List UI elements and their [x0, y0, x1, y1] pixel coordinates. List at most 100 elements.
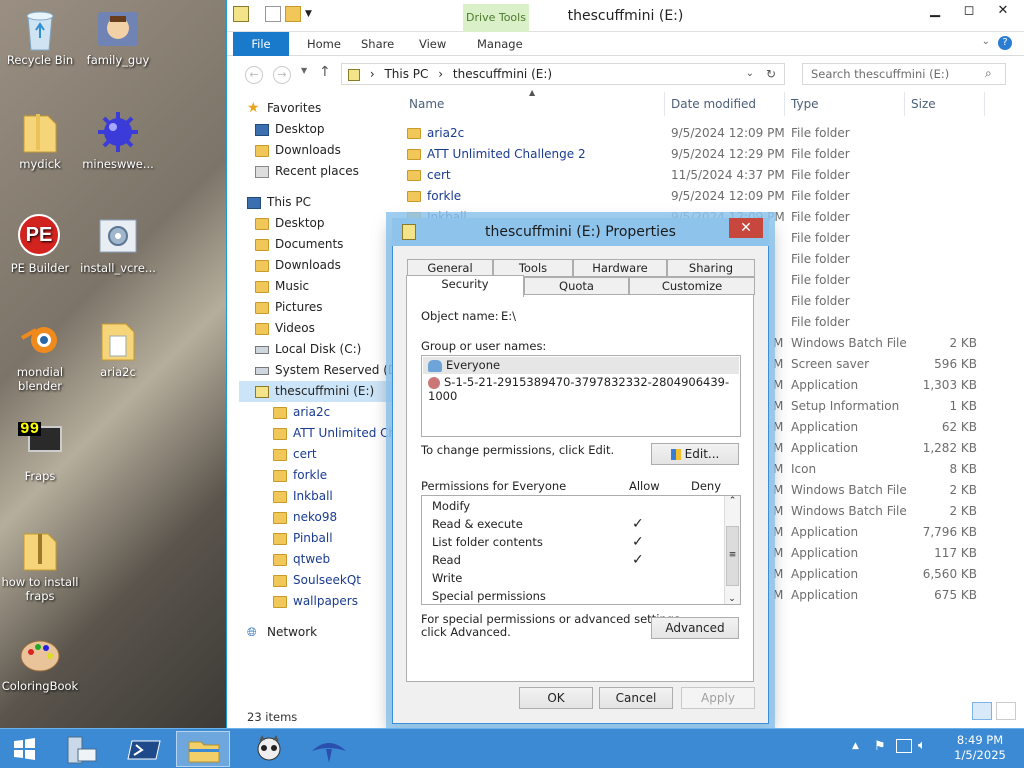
- nav-item[interactable]: aria2c: [273, 402, 330, 423]
- clock[interactable]: 8:49 PM 1/5/2025: [950, 733, 1010, 763]
- list-item[interactable]: Everyone: [428, 358, 500, 372]
- nav-item[interactable]: Local Disk (C:): [255, 339, 361, 360]
- file-row[interactable]: forkle 9/5/2024 12:09 PM File folder: [407, 186, 977, 207]
- details-view-icon[interactable]: [972, 702, 992, 720]
- file-row[interactable]: ATT Unlimited Challenge 2 9/5/2024 12:29 …: [407, 144, 977, 165]
- list-item[interactable]: S-1-5-21-2915389470-3797832332-280490643…: [428, 375, 740, 403]
- tab-share[interactable]: Share: [347, 32, 408, 56]
- nav-item[interactable]: ATT Unlimited Ch: [273, 423, 396, 444]
- nav-item[interactable]: Videos: [255, 318, 315, 339]
- file-date: 11/5/2024 4:37 PM: [671, 168, 785, 182]
- mydick-icon[interactable]: mydick: [0, 110, 80, 171]
- nav-item[interactable]: qtweb: [273, 549, 330, 570]
- soulseek-icon[interactable]: [304, 731, 354, 767]
- install-vcredist-icon[interactable]: install_vcre...: [78, 214, 158, 275]
- nav-item[interactable]: This PC: [247, 192, 311, 213]
- scroll-up-icon[interactable]: ⌃: [725, 496, 740, 506]
- nav-item[interactable]: Downloads: [255, 140, 341, 161]
- recent-locations-icon[interactable]: ▼: [301, 66, 307, 75]
- nav-item[interactable]: cert: [273, 444, 317, 465]
- recycle-bin-icon[interactable]: Recycle Bin: [0, 6, 80, 67]
- fraps-icon[interactable]: 99 Fraps: [0, 421, 80, 483]
- nav-item[interactable]: Recent places: [255, 161, 359, 182]
- file-explorer-taskbar-icon[interactable]: [176, 731, 230, 767]
- tab-customize[interactable]: Customize: [629, 277, 755, 295]
- nav-item[interactable]: Music: [255, 276, 309, 297]
- tab-view[interactable]: View: [405, 32, 460, 56]
- column-type[interactable]: Type: [785, 92, 905, 116]
- breadcrumb-drive[interactable]: thescuffmini (E:): [453, 67, 552, 81]
- scrollbar[interactable]: ⌃ ≡ ⌄: [724, 496, 740, 604]
- nav-item-label: ATT Unlimited Ch: [293, 426, 397, 440]
- nav-item[interactable]: ★ Favorites: [247, 98, 321, 119]
- file-date: M: [773, 399, 784, 413]
- nav-item[interactable]: SoulseekQt: [273, 570, 361, 591]
- nav-item[interactable]: Desktop: [255, 213, 325, 234]
- back-button[interactable]: ←: [245, 66, 263, 84]
- users-listbox[interactable]: Everyone S-1-5-21-2915389470-3797832332-…: [421, 355, 741, 437]
- nav-item[interactable]: forkle: [273, 465, 327, 486]
- close-button[interactable]: ✕: [986, 0, 1020, 22]
- expand-ribbon-icon[interactable]: ⌄: [982, 36, 990, 47]
- help-icon[interactable]: ?: [998, 36, 1012, 50]
- large-icons-view-icon[interactable]: [996, 702, 1016, 720]
- column-date[interactable]: Date modified: [665, 92, 785, 116]
- nav-item[interactable]: Downloads: [255, 255, 341, 276]
- tab-security[interactable]: Security: [406, 275, 524, 297]
- breadcrumb-this-pc[interactable]: This PC: [384, 67, 428, 81]
- server-manager-icon[interactable]: [56, 731, 106, 767]
- network-icon[interactable]: [896, 739, 912, 753]
- nav-item[interactable]: System Reserved (D:: [255, 360, 401, 381]
- tab-home[interactable]: Home: [293, 32, 355, 56]
- nav-item[interactable]: Inkball: [273, 486, 333, 507]
- nav-item[interactable]: Desktop: [255, 119, 325, 140]
- minimize-button[interactable]: ▁: [918, 0, 952, 22]
- scrollbar-thumb[interactable]: ≡: [726, 526, 739, 586]
- permissions-list[interactable]: Modify Read & execute ✓ List folder content…: [421, 495, 741, 605]
- file-row[interactable]: cert 11/5/2024 4:37 PM File folder: [407, 165, 977, 186]
- nav-item[interactable]: Documents: [255, 234, 343, 255]
- ok-button[interactable]: OK: [519, 687, 593, 709]
- file-row[interactable]: aria2c 9/5/2024 12:09 PM File folder: [407, 123, 977, 144]
- nav-item[interactable]: 🌐︎ Network: [247, 622, 317, 643]
- mondial-blender-icon[interactable]: mondial blender: [0, 318, 80, 393]
- address-dropdown-icon[interactable]: ⌄: [746, 64, 754, 84]
- tab-manage[interactable]: Manage: [463, 32, 537, 56]
- neko-icon[interactable]: [244, 731, 294, 767]
- cancel-button[interactable]: Cancel: [599, 687, 673, 709]
- dialog-close-button[interactable]: ✕: [729, 218, 763, 238]
- speaker-icon[interactable]: 🔈︎: [918, 738, 926, 753]
- advanced-button[interactable]: Advanced: [651, 617, 739, 639]
- tab-quota[interactable]: Quota: [524, 277, 629, 295]
- flag-icon[interactable]: ⚑: [874, 739, 886, 754]
- desktop-icon-label: PE Builder: [10, 261, 70, 275]
- tab-file[interactable]: File: [233, 32, 289, 56]
- forward-button[interactable]: →: [273, 66, 291, 84]
- powershell-icon[interactable]: [120, 731, 170, 767]
- nav-item[interactable]: thescuffmini (E:): [239, 381, 407, 402]
- nav-item[interactable]: Pinball: [273, 528, 333, 549]
- nav-item[interactable]: Pictures: [255, 297, 323, 318]
- up-button[interactable]: ↑: [319, 64, 331, 80]
- maximize-button[interactable]: ◻: [952, 0, 986, 22]
- search-input[interactable]: Search thescuffmini (E:): [802, 63, 1006, 85]
- show-hidden-icons[interactable]: ▲: [852, 741, 859, 751]
- family-guy-icon[interactable]: family_guy: [78, 6, 158, 67]
- edit-button[interactable]: Edit...: [651, 443, 739, 465]
- file-type: Windows Batch File: [791, 483, 907, 497]
- scroll-down-icon[interactable]: ⌄: [725, 594, 739, 604]
- how-to-install-fraps-icon[interactable]: how to install fraps: [0, 528, 80, 603]
- tab-hardware[interactable]: Hardware: [573, 259, 667, 277]
- nav-item[interactable]: neko98: [273, 507, 337, 528]
- minesweeper-icon[interactable]: mineswwe...: [78, 110, 158, 171]
- refresh-icon[interactable]: ↻: [766, 64, 776, 84]
- column-size[interactable]: Size: [905, 92, 985, 116]
- nav-item[interactable]: wallpapers: [273, 591, 358, 612]
- aria2c-icon[interactable]: aria2c: [78, 318, 158, 379]
- coloringbook-icon[interactable]: ColoringBook: [0, 632, 80, 693]
- apply-button[interactable]: Apply: [681, 687, 755, 709]
- tab-sharing[interactable]: Sharing: [667, 259, 755, 277]
- address-bar[interactable]: › This PC › thescuffmini (E:) ⌄ ↻: [341, 63, 785, 85]
- start-button[interactable]: [4, 731, 54, 767]
- pe-builder-icon[interactable]: PE PE Builder: [0, 214, 80, 275]
